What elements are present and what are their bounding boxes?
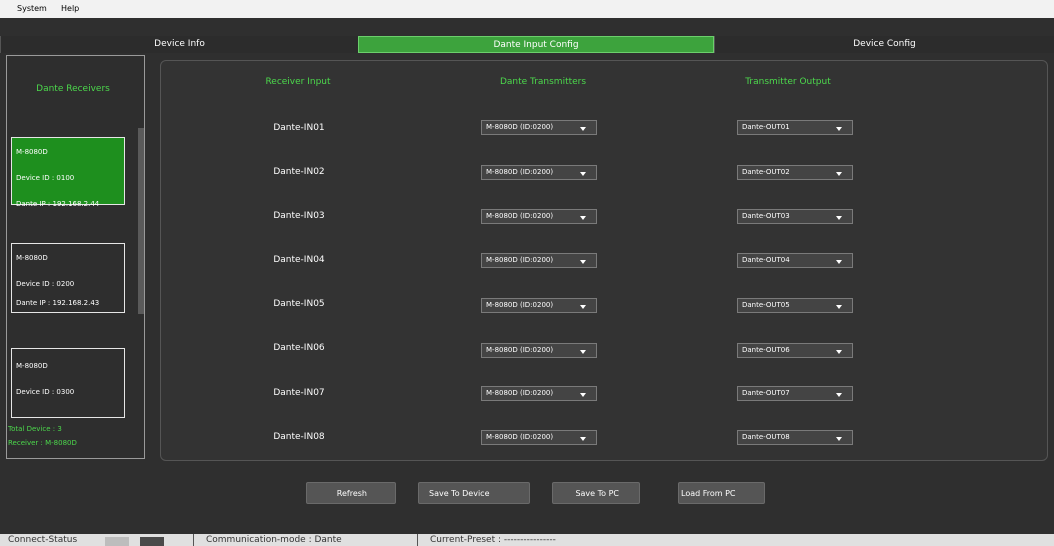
device-card[interactable]: M-8080D Device ID : 0200 Dante IP : 192.…: [11, 243, 125, 313]
chevron-down-icon: [580, 172, 586, 176]
receiver-input-label: Dante-IN05: [273, 299, 325, 309]
header-dante-transmitters: Dante Transmitters: [499, 77, 587, 87]
current-preset: Current-Preset : ----------------: [430, 535, 556, 545]
save-to-pc-button[interactable]: Save To PC: [552, 482, 640, 504]
output-select[interactable]: Dante-OUT02: [737, 165, 853, 180]
input-config-panel: Receiver Input Dante Transmitters Transm…: [160, 60, 1048, 461]
menu-bar: System Help: [0, 0, 1054, 18]
chevron-down-icon: [836, 260, 842, 264]
device-ip: Dante IP : 192.168.2.43: [16, 299, 100, 307]
transmitter-select[interactable]: M-8080D (ID:0200): [481, 253, 597, 268]
chevron-down-icon: [836, 216, 842, 220]
chevron-down-icon: [836, 393, 842, 397]
chevron-down-icon: [580, 216, 586, 220]
menu-help[interactable]: Help: [61, 4, 79, 13]
transmitter-select[interactable]: M-8080D (ID:0200): [481, 209, 597, 224]
header-transmitter-output: Transmitter Output: [745, 77, 831, 87]
transmitter-select[interactable]: M-8080D (ID:0200): [481, 165, 597, 180]
output-select[interactable]: Dante-OUT05: [737, 298, 853, 313]
status-indicator: [105, 537, 129, 546]
device-model: M-8080D: [16, 362, 48, 370]
transmitter-select[interactable]: M-8080D (ID:0200): [481, 120, 597, 135]
chevron-down-icon: [836, 305, 842, 309]
chevron-down-icon: [580, 127, 586, 131]
load-from-pc-button[interactable]: Load From PC: [678, 482, 765, 504]
receiver-input-label: Dante-IN08: [273, 432, 325, 442]
output-select[interactable]: Dante-OUT08: [737, 430, 853, 445]
receiver-input-label: Dante-IN02: [273, 167, 325, 177]
output-select[interactable]: Dante-OUT03: [737, 209, 853, 224]
output-select[interactable]: Dante-OUT01: [737, 120, 853, 135]
status-indicator: [140, 537, 164, 546]
refresh-button[interactable]: Refresh: [306, 482, 396, 504]
divider: [193, 534, 194, 546]
chevron-down-icon: [836, 127, 842, 131]
chevron-down-icon: [836, 350, 842, 354]
chevron-down-icon: [580, 437, 586, 441]
chevron-down-icon: [580, 350, 586, 354]
chevron-down-icon: [580, 393, 586, 397]
receiver-label: Receiver : M-8080D: [8, 439, 77, 447]
chevron-down-icon: [580, 305, 586, 309]
header-receiver-input: Receiver Input: [265, 77, 331, 87]
receiver-input-label: Dante-IN03: [273, 211, 325, 221]
device-model: M-8080D: [16, 148, 48, 156]
connect-status-label: Connect-Status: [8, 535, 78, 545]
chevron-down-icon: [836, 172, 842, 176]
tab-dante-input-config[interactable]: Dante Input Config: [358, 36, 714, 53]
device-card[interactable]: M-8080D Device ID : 0300: [11, 348, 125, 418]
total-device-count: Total Device : 3: [8, 425, 62, 433]
device-card-selected[interactable]: M-8080D Device ID : 0100 Dante IP : 192.…: [11, 137, 125, 208]
save-to-device-button[interactable]: Save To Device: [418, 482, 530, 504]
chevron-down-icon: [836, 437, 842, 441]
sidebar-title: Dante Receivers: [36, 84, 110, 94]
divider: [417, 534, 418, 546]
chevron-down-icon: [580, 260, 586, 264]
transmitter-select[interactable]: M-8080D (ID:0200): [481, 430, 597, 445]
receiver-input-label: Dante-IN01: [273, 123, 325, 133]
output-select[interactable]: Dante-OUT04: [737, 253, 853, 268]
receiver-input-label: Dante-IN04: [273, 255, 325, 265]
tab-device-info[interactable]: Device Info: [0, 36, 358, 53]
output-select[interactable]: Dante-OUT07: [737, 386, 853, 401]
dante-receivers-sidebar: Dante Receivers M-8080D Device ID : 0100…: [6, 55, 145, 459]
receiver-input-label: Dante-IN07: [273, 388, 325, 398]
device-id: Device ID : 0200: [16, 280, 75, 288]
tab-bar: Device Info Dante Input Config Device Co…: [0, 36, 1054, 53]
output-select[interactable]: Dante-OUT06: [737, 343, 853, 358]
communication-mode: Communication-mode : Dante: [206, 535, 342, 545]
device-id: Device ID : 0300: [16, 388, 75, 396]
menu-system[interactable]: System: [17, 4, 47, 13]
sidebar-scrollbar[interactable]: [138, 128, 144, 314]
transmitter-select[interactable]: M-8080D (ID:0200): [481, 343, 597, 358]
device-model: M-8080D: [16, 254, 48, 262]
receiver-input-label: Dante-IN06: [273, 343, 325, 353]
transmitter-select[interactable]: M-8080D (ID:0200): [481, 298, 597, 313]
device-ip: Dante IP : 192.168.2.44: [16, 200, 100, 208]
transmitter-select[interactable]: M-8080D (ID:0200): [481, 386, 597, 401]
device-id: Device ID : 0100: [16, 174, 75, 182]
tab-device-config[interactable]: Device Config: [714, 36, 1054, 53]
status-bar: Connect-Status Communication-mode : Dant…: [0, 534, 1054, 546]
